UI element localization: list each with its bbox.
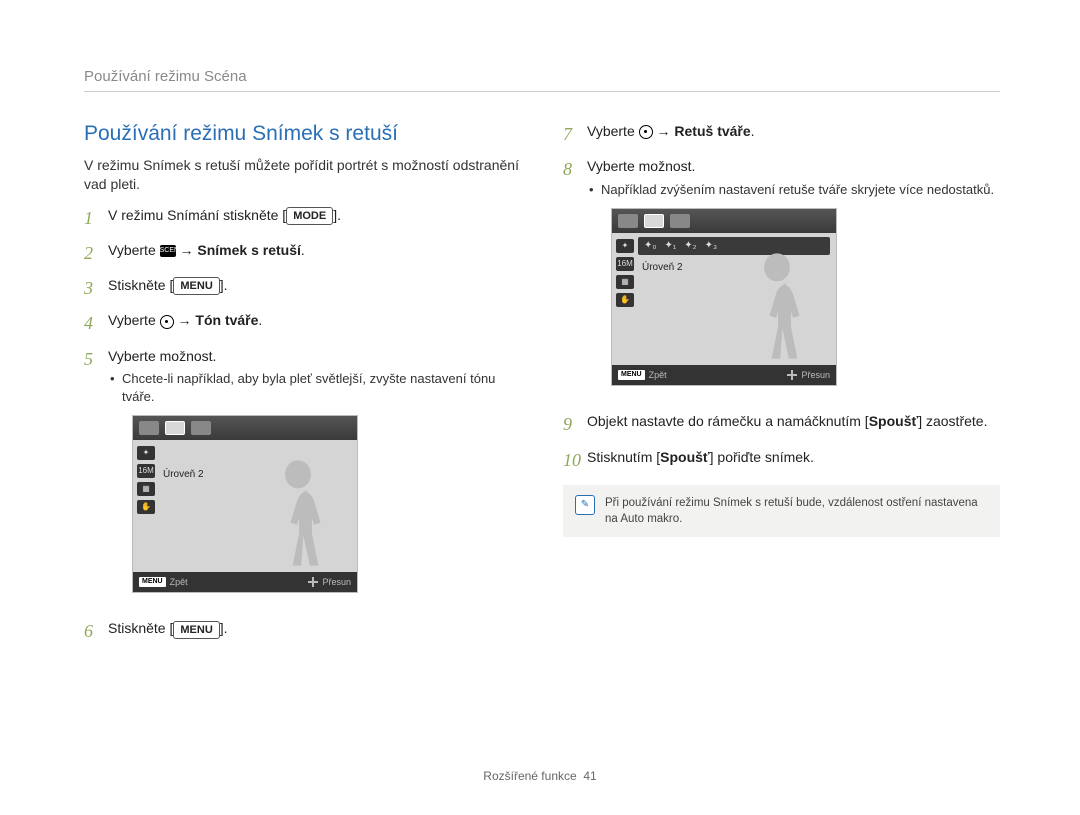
- note-text: Při používání režimu Snímek s retuší bud…: [605, 495, 988, 527]
- camera-screen-2: ✦ 16M ▦ ✋ ✦₀✦₁✦₂✦₃ Úroveň 2: [611, 208, 837, 386]
- scene-icon: SCENE: [160, 245, 176, 257]
- step-7: 7 Vyberte → Retuš tváře.: [563, 122, 1000, 147]
- person-silhouette-icon: [732, 247, 822, 365]
- side-icon: ✦: [137, 446, 155, 460]
- side-icon: ▦: [137, 482, 155, 496]
- side-icon: 16M: [616, 257, 634, 271]
- move-icon: [308, 577, 318, 587]
- menu-tag-icon: MENU: [139, 577, 166, 587]
- side-icon: 16M: [137, 464, 155, 478]
- person-silhouette-icon: [253, 454, 343, 572]
- step-10: 10 Stisknutím [Spoušť] pořiďte snímek.: [563, 448, 1000, 473]
- info-icon: ✎: [575, 495, 595, 515]
- menu-tag-icon: MENU: [618, 370, 645, 380]
- camera-icon: [639, 125, 653, 139]
- steps-left: 1 V režimu Snímání stiskněte [MODE]. 2 V…: [84, 206, 521, 645]
- side-icon: ✋: [137, 500, 155, 514]
- step-8: 8 Vyberte možnost. Například zvýšením na…: [563, 157, 1000, 402]
- camera-icon: [160, 315, 174, 329]
- step-2: 2 Vyberte SCENE → Snímek s retuší.: [84, 241, 521, 266]
- left-column: Používání režimu Snímek s retuší V režim…: [84, 122, 521, 654]
- menu-button-icon: MENU: [173, 277, 219, 295]
- move-icon: [787, 370, 797, 380]
- side-icon: ✋: [616, 293, 634, 307]
- menu-button-icon: MENU: [173, 621, 219, 639]
- step-4: 4 Vyberte → Tón tváře.: [84, 311, 521, 336]
- section-title: Používání režimu Snímek s retuší: [84, 122, 521, 146]
- step-1: 1 V režimu Snímání stiskněte [MODE].: [84, 206, 521, 231]
- level-label: Úroveň 2: [642, 261, 683, 275]
- right-column: 7 Vyberte → Retuš tváře. 8 Vyberte možno…: [563, 122, 1000, 654]
- side-icon: ✦: [616, 239, 634, 253]
- step-3: 3 Stiskněte [MENU].: [84, 276, 521, 301]
- note-box: ✎ Při používání režimu Snímek s retuší b…: [563, 485, 1000, 537]
- side-icon: ▦: [616, 275, 634, 289]
- step-6: 6 Stiskněte [MENU].: [84, 619, 521, 644]
- step-9: 9 Objekt nastavte do rámečku a namáčknut…: [563, 412, 1000, 437]
- page-footer: Rozšířené funkce 41: [0, 769, 1080, 783]
- page-header: Používání režimu Scéna: [84, 68, 1000, 92]
- camera-screen-1: ✦ 16M ▦ ✋ Úroveň 2: [132, 415, 358, 593]
- steps-right: 7 Vyberte → Retuš tváře. 8 Vyberte možno…: [563, 122, 1000, 473]
- mode-button-icon: MODE: [286, 207, 333, 225]
- step-5-note: Chcete-li například, aby byla pleť světl…: [108, 370, 521, 405]
- step-8-note: Například zvýšením nastavení retuše tvář…: [587, 181, 1000, 199]
- intro-text: V režimu Snímek s retuší můžete pořídit …: [84, 156, 521, 194]
- level-label: Úroveň 2: [163, 468, 204, 482]
- step-5: 5 Vyberte možnost. Chcete-li například, …: [84, 347, 521, 610]
